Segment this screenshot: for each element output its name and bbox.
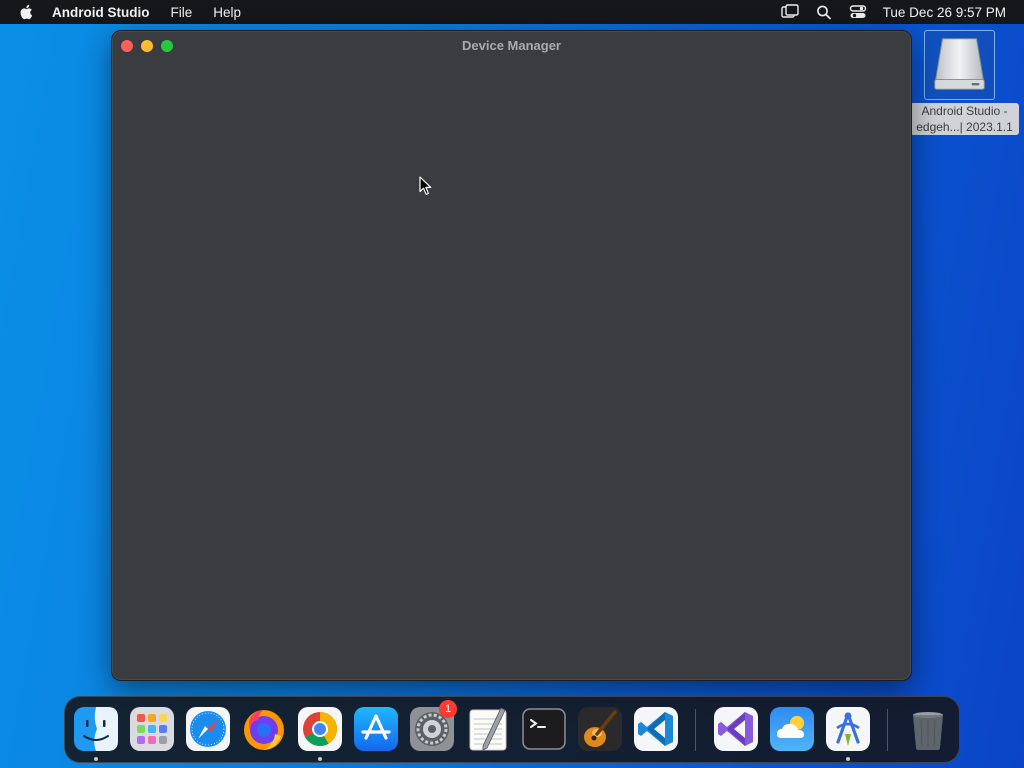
dock-chrome[interactable] — [297, 706, 343, 752]
dock-vscode[interactable] — [633, 706, 679, 752]
window-content-area — [112, 59, 911, 680]
disk-label-line-1: Android Studio - — [921, 104, 1008, 118]
disk-label-line-2: edgeh...| 2023.1.1 — [916, 120, 1013, 134]
menu-bar: Android Studio File Help Tue Dec 26 9:57… — [0, 0, 1024, 24]
dock-finder-running-indicator — [94, 757, 98, 761]
finder-icon — [74, 707, 118, 751]
dock-system-settings[interactable]: 1 — [409, 700, 457, 752]
desktop-disk-image-selection — [924, 30, 995, 100]
dock-firefox[interactable] — [241, 706, 287, 752]
dock: 1 — [64, 696, 960, 763]
dock-finder[interactable] — [73, 706, 119, 752]
system-settings-notification-badge: 1 — [439, 700, 457, 718]
dock-app-store[interactable] — [353, 706, 399, 752]
external-drive-icon — [934, 38, 985, 90]
dock-launchpad[interactable] — [129, 706, 175, 752]
menu-bar-status-area: Tue Dec 26 9:57 PM — [765, 0, 1006, 24]
window-title: Device Manager — [462, 38, 561, 53]
chrome-icon — [298, 707, 342, 751]
menu-app-name[interactable]: Android Studio — [52, 5, 149, 20]
dock-textedit[interactable] — [465, 706, 511, 752]
app-store-icon — [354, 707, 398, 751]
mouse-pointer-icon — [419, 176, 432, 195]
firefox-icon — [244, 710, 284, 750]
dock-visual-studio[interactable] — [713, 706, 759, 752]
dock-chrome-running-indicator — [318, 757, 322, 761]
dock-separator — [887, 709, 888, 751]
dock-android-studio-running-indicator — [846, 757, 850, 761]
visual-studio-icon — [714, 707, 758, 751]
launchpad-icon — [130, 707, 174, 751]
dock-garageband[interactable] — [577, 706, 623, 752]
desktop-disk-image-label: Android Studio - edgeh...| 2023.1.1 — [910, 103, 1019, 135]
dock-trash[interactable] — [905, 706, 951, 752]
dock-safari[interactable] — [185, 706, 231, 752]
screen-mirroring-icon[interactable] — [780, 4, 799, 20]
textedit-icon — [469, 707, 507, 751]
menu-file[interactable]: File — [170, 5, 192, 20]
control-center-icon[interactable] — [849, 4, 867, 20]
android-studio-icon — [826, 707, 870, 751]
menu-help[interactable]: Help — [213, 5, 241, 20]
weather-icon — [770, 707, 814, 751]
garageband-icon — [578, 707, 622, 751]
menu-bar-clock[interactable]: Tue Dec 26 9:57 PM — [883, 5, 1006, 20]
safari-icon — [186, 707, 230, 751]
dock-android-studio[interactable] — [825, 706, 871, 752]
apple-menu-icon[interactable] — [18, 3, 36, 21]
desktop-disk-image[interactable]: Android Studio - edgeh...| 2023.1.1 — [910, 30, 1022, 140]
dock-separator — [695, 709, 696, 751]
device-manager-window: Device Manager — [111, 30, 912, 681]
window-titlebar[interactable]: Device Manager — [112, 31, 911, 59]
vscode-icon — [634, 707, 678, 751]
dock-terminal[interactable] — [521, 706, 567, 752]
trash-icon — [913, 712, 943, 750]
terminal-icon — [522, 708, 566, 750]
spotlight-search-icon[interactable] — [815, 4, 833, 20]
dock-weather[interactable] — [769, 706, 815, 752]
